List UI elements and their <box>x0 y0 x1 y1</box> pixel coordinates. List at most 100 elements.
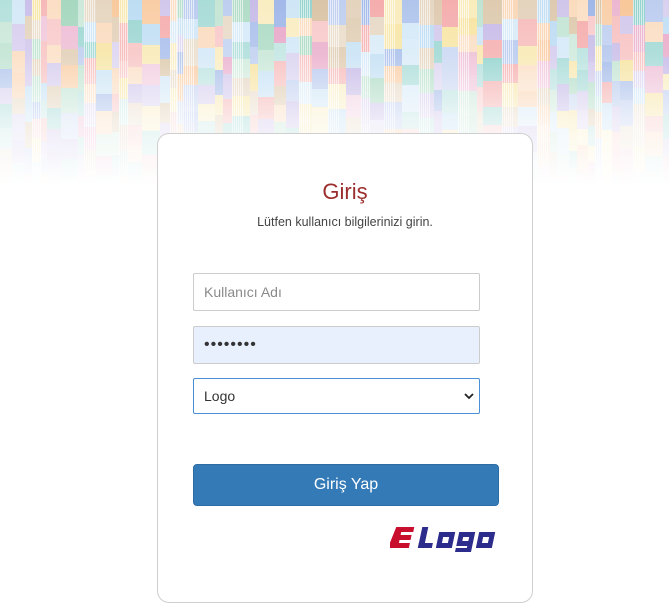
banner-stripe <box>601 0 602 185</box>
banner-tile <box>41 83 47 101</box>
banner-tile <box>41 62 47 83</box>
banner-tile <box>160 59 170 76</box>
banner-stripe <box>40 0 41 185</box>
banner-tile <box>47 45 61 63</box>
banner-tile <box>47 63 61 86</box>
banner-tile <box>346 117 361 133</box>
banner-tile <box>25 86 32 105</box>
banner-tile <box>483 58 502 81</box>
banner-tile <box>483 40 502 58</box>
banner-tile <box>602 62 612 82</box>
banner-tile <box>557 37 569 58</box>
banner-tile <box>663 0 669 17</box>
banner-tile <box>602 0 612 25</box>
banner-tile <box>258 0 274 24</box>
company-select[interactable]: Logo <box>193 378 480 414</box>
banner-tile <box>41 0 47 16</box>
banner-stripe <box>599 0 600 185</box>
banner-stripe <box>643 0 644 185</box>
banner-tile <box>557 154 569 176</box>
banner-tile <box>0 88 12 104</box>
banner-tile <box>434 90 442 111</box>
banner-tile <box>274 105 286 122</box>
banner-tile <box>61 139 78 159</box>
banner-tile <box>477 87 483 111</box>
banner-tile <box>577 145 588 170</box>
banner-tile <box>434 63 442 90</box>
banner-tile <box>595 138 602 163</box>
banner-tile <box>550 179 557 185</box>
banner-tile <box>286 80 299 101</box>
banner-tile <box>160 38 170 59</box>
banner-tile <box>477 0 483 27</box>
banner-tile <box>645 42 663 66</box>
banner-tile <box>602 130 612 147</box>
elogo-logo <box>390 527 496 552</box>
banner-tile <box>12 163 25 185</box>
banner-tile <box>569 17 577 34</box>
banner-tile <box>61 0 78 26</box>
banner-tile <box>612 43 620 61</box>
banner-tile <box>25 60 32 86</box>
banner-tile <box>170 21 177 43</box>
banner-tile <box>557 128 569 154</box>
banner-tile <box>402 39 419 65</box>
banner-tile <box>274 43 286 61</box>
banner-stripe <box>639 0 640 185</box>
banner-tile <box>402 0 419 23</box>
banner-tile <box>442 0 458 27</box>
banner-tile <box>12 114 25 140</box>
banner-tile <box>645 156 663 183</box>
banner-tile <box>483 0 502 24</box>
banner-tile <box>47 19 61 45</box>
banner-tile <box>588 146 595 162</box>
banner-stripe <box>90 0 91 185</box>
banner-tile <box>577 70 588 91</box>
banner-tile <box>518 46 537 65</box>
banner-tile <box>250 91 258 115</box>
login-button[interactable]: Giriş Yap <box>193 464 499 506</box>
banner-tile <box>96 70 112 94</box>
banner-tile <box>128 125 142 145</box>
banner-tile <box>645 93 663 116</box>
banner-tile <box>645 116 663 132</box>
banner-tile <box>12 73 25 98</box>
banner-tile <box>112 42 119 68</box>
banner-tile <box>595 46 602 71</box>
banner-tile <box>61 88 78 113</box>
banner-tile <box>78 65 84 91</box>
banner-tile <box>25 0 32 16</box>
banner-stripe <box>32 0 33 185</box>
banner-tile <box>312 21 328 42</box>
banner-tile <box>128 43 142 67</box>
banner-tile <box>96 134 112 156</box>
password-input[interactable] <box>193 326 480 364</box>
banner-tile <box>25 105 32 122</box>
banner-tile <box>569 94 577 110</box>
banner-tile <box>112 176 119 185</box>
banner-tile <box>12 140 25 163</box>
banner-tile <box>569 151 577 168</box>
banner-tile <box>434 111 442 134</box>
banner-tile <box>620 16 633 34</box>
banner-tile <box>577 0 588 21</box>
banner-tile <box>112 94 119 112</box>
banner-stripe <box>537 0 538 185</box>
banner-tile <box>434 41 442 63</box>
banner-tile <box>370 103 384 120</box>
banner-tile <box>434 25 442 41</box>
banner-tile <box>370 17 384 35</box>
banner-tile <box>588 109 595 126</box>
banner-tile <box>477 45 483 64</box>
banner-tile <box>41 101 47 118</box>
banner-tile <box>12 51 25 73</box>
banner-stripe <box>595 0 596 185</box>
banner-tile <box>41 16 47 41</box>
banner-tile <box>250 0 258 22</box>
banner-tile <box>61 113 78 139</box>
banner-tile <box>286 18 299 37</box>
banner-stripe <box>635 0 636 185</box>
banner-tile <box>577 91 588 110</box>
banner-tile <box>442 47 458 65</box>
username-input[interactable] <box>193 273 480 311</box>
